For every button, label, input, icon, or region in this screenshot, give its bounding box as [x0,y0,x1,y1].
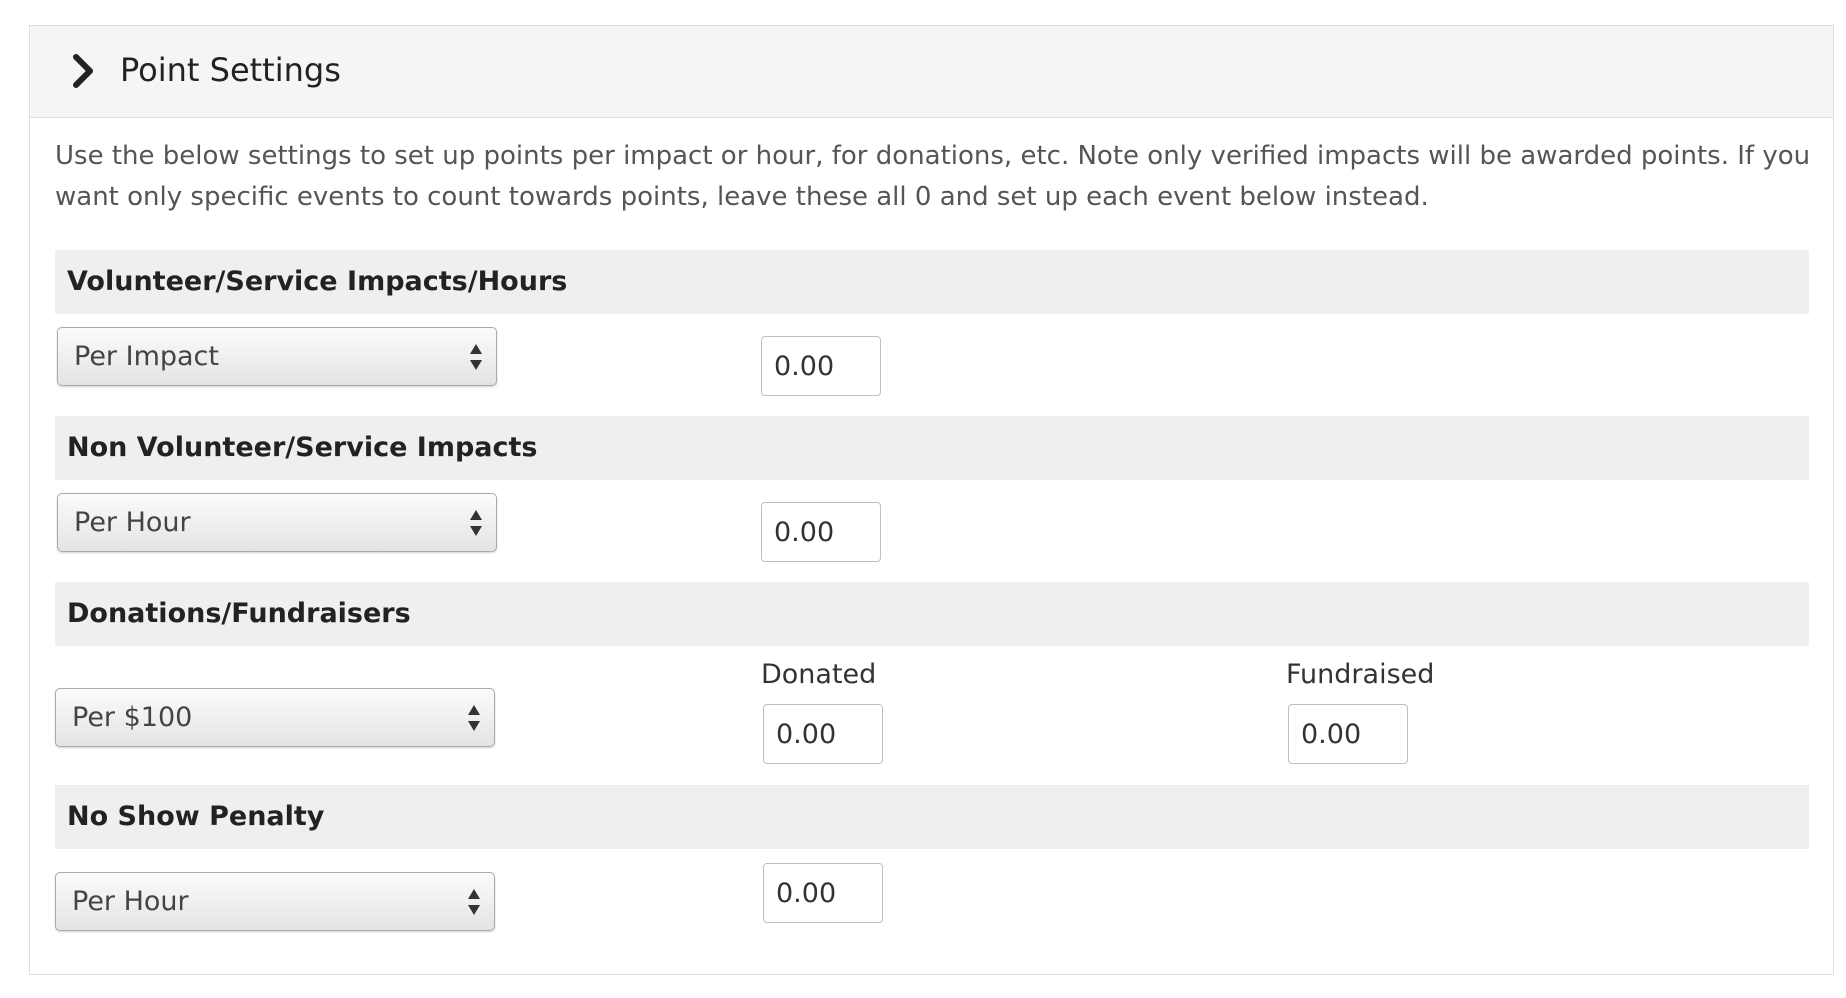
no-show-points-input[interactable] [763,863,883,923]
select-value: Per Hour [72,886,189,917]
point-settings-panel: Point Settings Use the below settings to… [29,25,1834,975]
donations-rate-select[interactable]: Per $100 [55,688,495,747]
select-arrows-icon [470,344,482,370]
donated-label: Donated [761,659,877,690]
no-show-rate-select[interactable]: Per Hour [55,872,495,931]
volunteer-points-input[interactable] [761,336,881,396]
non-volunteer-rate-select[interactable]: Per Hour [57,493,497,552]
fundraised-points-input[interactable] [1288,704,1408,764]
section-title: Non Volunteer/Service Impacts [67,432,538,463]
non-volunteer-points-input[interactable] [761,502,881,562]
select-arrows-icon [470,510,482,536]
select-value: Per $100 [72,702,193,733]
chevron-right-icon[interactable] [64,51,104,91]
select-arrows-icon [468,705,480,731]
volunteer-rate-select[interactable]: Per Impact [57,327,497,386]
section-header-non-volunteer: Non Volunteer/Service Impacts [55,416,1809,480]
section-header-no-show: No Show Penalty [55,785,1809,849]
section-title: No Show Penalty [67,801,325,832]
panel-header[interactable]: Point Settings [30,26,1833,118]
section-title: Volunteer/Service Impacts/Hours [67,266,568,297]
fundraised-label: Fundraised [1286,659,1435,690]
select-arrows-icon [468,889,480,915]
select-value: Per Impact [74,341,219,372]
intro-text: Use the below settings to set up points … [55,141,1811,212]
section-header-donations: Donations/Fundraisers [55,582,1809,646]
section-header-volunteer: Volunteer/Service Impacts/Hours [55,250,1809,314]
section-title: Donations/Fundraisers [67,598,411,629]
donated-points-input[interactable] [763,704,883,764]
select-value: Per Hour [74,507,191,538]
panel-title: Point Settings [120,51,341,89]
